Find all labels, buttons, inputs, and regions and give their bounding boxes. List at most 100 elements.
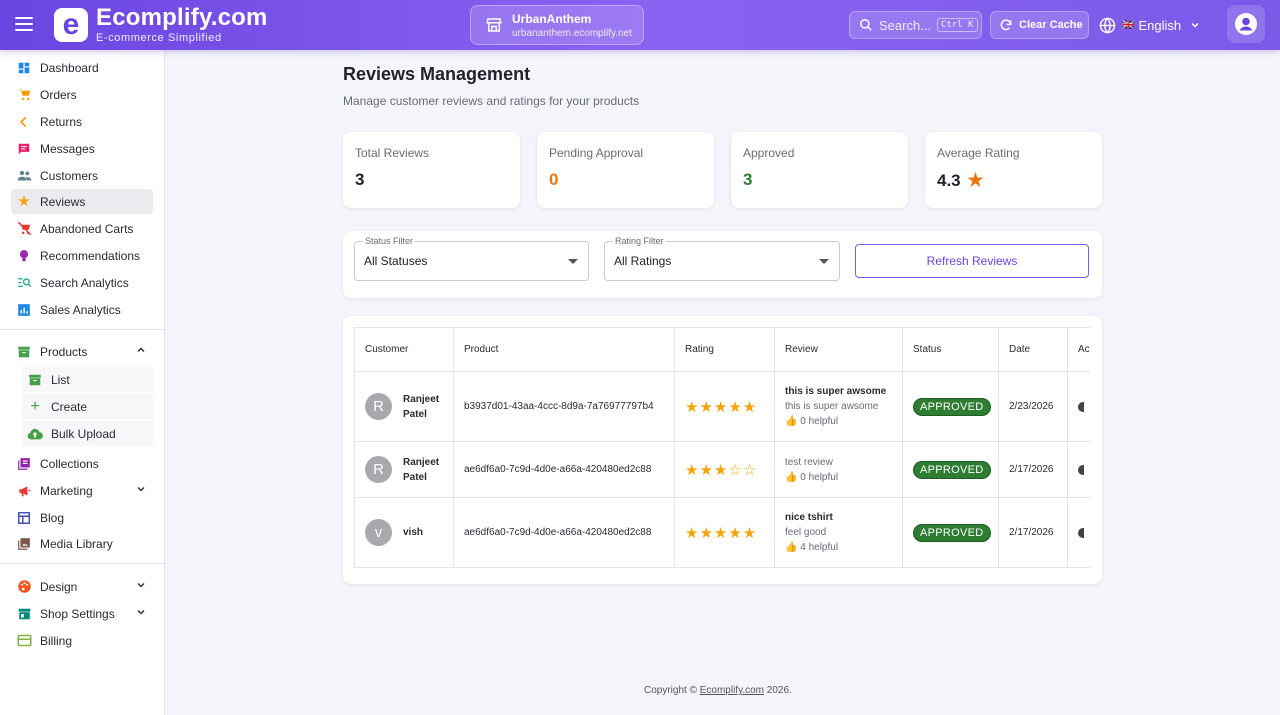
review-date: 2/23/2026 bbox=[998, 371, 1068, 442]
avatar: v bbox=[365, 519, 392, 546]
sidebar-item-marketing[interactable]: Marketing bbox=[11, 478, 153, 503]
stat-label: Pending Approval bbox=[549, 146, 644, 160]
sidebar-item-products-create[interactable]: + Create bbox=[22, 394, 153, 419]
sidebar-item-label: Orders bbox=[40, 87, 77, 102]
column-header-date[interactable]: Date bbox=[998, 327, 1068, 372]
sidebar-item-recommendations[interactable]: Recommendations bbox=[11, 243, 153, 268]
page-subtitle: Manage customer reviews and ratings for … bbox=[343, 94, 640, 108]
review-body: feel good bbox=[785, 527, 827, 538]
stat-value: 4.3 ★ bbox=[937, 170, 984, 191]
sidebar-item-media-library[interactable]: Media Library bbox=[11, 531, 153, 556]
sidebar-item-dashboard[interactable]: Dashboard bbox=[11, 55, 153, 80]
blog-icon bbox=[16, 510, 32, 526]
customer-name: Patel bbox=[403, 471, 427, 483]
column-header-actions: Actions bbox=[1067, 327, 1090, 372]
palette-icon bbox=[16, 579, 32, 595]
menu-icon[interactable] bbox=[12, 13, 36, 37]
sidebar-item-returns[interactable]: Returns bbox=[11, 109, 153, 134]
flag-icon: 🇬🇧 bbox=[1122, 19, 1135, 31]
chevron-left-icon bbox=[16, 114, 32, 130]
credit-card-icon bbox=[16, 633, 32, 649]
status-filter-value: All Statuses bbox=[364, 254, 428, 268]
search-icon bbox=[860, 19, 872, 31]
action-icon[interactable] bbox=[1078, 401, 1084, 412]
sidebar-item-label: Design bbox=[40, 579, 78, 594]
stat-value: 3 bbox=[743, 170, 753, 189]
search-shortcut: Ctrl K bbox=[937, 18, 978, 32]
sidebar-item-orders[interactable]: Orders bbox=[11, 82, 153, 107]
sidebar-item-shop-settings[interactable]: Shop Settings bbox=[11, 601, 153, 626]
column-header-customer[interactable]: Customer bbox=[354, 327, 454, 372]
product-id: b3937d01-43aa-4ccc-8d9a-7a76977797b4 bbox=[453, 371, 675, 442]
account-button[interactable] bbox=[1227, 5, 1265, 43]
footer-link[interactable]: Ecomplify.com bbox=[700, 685, 764, 696]
logo-mark: e bbox=[54, 8, 88, 42]
search-input[interactable]: Search... Ctrl K bbox=[849, 11, 982, 39]
sidebar-item-label: Marketing bbox=[40, 483, 93, 498]
archive-icon bbox=[16, 344, 32, 360]
sidebar-item-products[interactable]: Products bbox=[11, 339, 153, 364]
column-header-status[interactable]: Status bbox=[902, 327, 999, 372]
store-url: urbananthem.ecomplify.net bbox=[512, 27, 632, 39]
stat-value: 3 bbox=[355, 170, 365, 189]
sidebar-item-label: Bulk Upload bbox=[51, 426, 116, 441]
sidebar-item-design[interactable]: Design bbox=[11, 574, 153, 599]
top-app-bar: e Ecomplify.com E-commerce Simplified Ur… bbox=[0, 0, 1280, 50]
rating-filter-select[interactable]: Rating Filter All Ratings bbox=[604, 236, 840, 281]
stat-label: Approved bbox=[743, 146, 795, 160]
sidebar-item-label: Customers bbox=[40, 168, 99, 183]
sidebar-item-label: Billing bbox=[40, 633, 73, 648]
rating-filter-label: Rating Filter bbox=[613, 236, 666, 246]
sidebar-item-products-bulk-upload[interactable]: Bulk Upload bbox=[22, 421, 153, 446]
language-selector[interactable]: 🇬🇧 English bbox=[1099, 11, 1219, 39]
reviews-table-scroll[interactable]: Customer Product Rating Review Status Da… bbox=[354, 327, 1090, 568]
status-badge: APPROVED bbox=[913, 523, 991, 542]
reviews-table-card: Customer Product Rating Review Status Da… bbox=[343, 316, 1102, 584]
status-badge: APPROVED bbox=[913, 460, 991, 479]
rating-stars: ★★★★★ bbox=[685, 398, 758, 416]
table-row[interactable]: v vish ae6df6a0-7c9d-4d0e-a66a-420480ed2… bbox=[354, 497, 1090, 568]
chevron-down-icon bbox=[137, 609, 145, 615]
average-rating-value: 4.3 bbox=[937, 171, 961, 190]
action-icon[interactable] bbox=[1078, 527, 1084, 538]
sidebar-item-sales-analytics[interactable]: Sales Analytics bbox=[11, 297, 153, 322]
cart-icon bbox=[16, 87, 32, 103]
sidebar-item-label: Messages bbox=[40, 141, 95, 156]
megaphone-icon bbox=[16, 483, 32, 499]
column-header-product[interactable]: Product bbox=[453, 327, 675, 372]
sidebar-item-customers[interactable]: Customers bbox=[11, 163, 153, 188]
clear-cache-button[interactable]: Clear Cache bbox=[990, 11, 1089, 39]
customer-name: Patel bbox=[403, 408, 427, 420]
status-filter-select[interactable]: Status Filter All Statuses bbox=[354, 236, 589, 281]
sidebar-item-collections[interactable]: Collections bbox=[11, 451, 153, 476]
avatar: R bbox=[365, 456, 392, 483]
message-icon bbox=[16, 141, 32, 157]
sidebar-item-messages[interactable]: Messages bbox=[11, 136, 153, 161]
review-body: test review bbox=[785, 456, 833, 468]
reviews-table: Customer Product Rating Review Status Da… bbox=[354, 327, 1090, 568]
table-row[interactable]: R Ranjeet Patel b3937d01-43aa-4ccc-8d9a-7… bbox=[354, 371, 1090, 442]
search-analytics-icon bbox=[16, 275, 32, 291]
refresh-reviews-button[interactable]: Refresh Reviews bbox=[855, 244, 1089, 278]
brand-logo[interactable]: e Ecomplify.com E-commerce Simplified bbox=[54, 6, 268, 44]
chart-icon bbox=[16, 302, 32, 318]
action-icon[interactable] bbox=[1078, 464, 1084, 475]
review-title: this is super awsome bbox=[785, 386, 887, 397]
store-icon bbox=[486, 18, 502, 32]
sidebar-item-label: Abandoned Carts bbox=[40, 221, 134, 236]
column-header-rating[interactable]: Rating bbox=[674, 327, 775, 372]
brand-name: Ecomplify.com bbox=[96, 4, 268, 31]
sidebar-item-search-analytics[interactable]: Search Analytics bbox=[11, 270, 153, 295]
search-placeholder: Search... bbox=[879, 17, 932, 33]
table-row[interactable]: R Ranjeet Patel ae6df6a0-7c9d-4d0e-a66a-4… bbox=[354, 441, 1090, 498]
sidebar-item-abandoned-carts[interactable]: Abandoned Carts bbox=[11, 216, 153, 241]
rating-stars: ★★★★★ bbox=[685, 524, 758, 542]
store-switcher[interactable]: UrbanAnthem urbananthem.ecomplify.net bbox=[470, 5, 644, 45]
column-header-review[interactable]: Review bbox=[774, 327, 903, 372]
sidebar-item-blog[interactable]: Blog bbox=[11, 505, 153, 530]
sidebar-item-reviews[interactable]: ★ Reviews bbox=[11, 189, 153, 214]
language-label: English bbox=[1138, 17, 1182, 33]
sidebar-item-billing[interactable]: Billing bbox=[11, 628, 153, 653]
stat-value: 0 bbox=[549, 170, 559, 189]
sidebar-item-products-list[interactable]: List bbox=[22, 367, 153, 392]
